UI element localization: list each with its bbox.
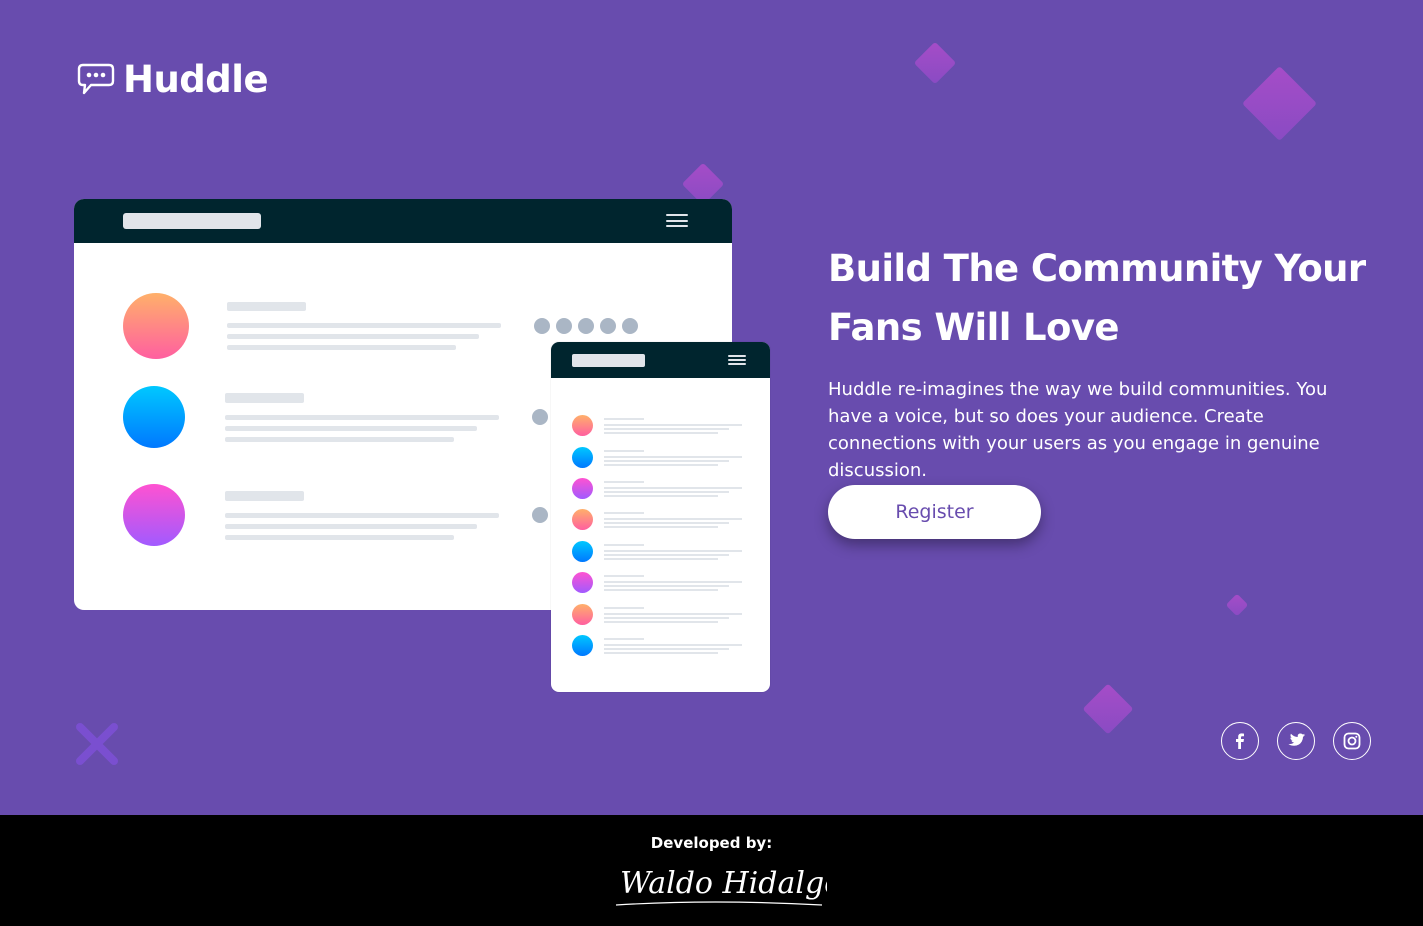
mockup-line (227, 345, 456, 350)
mockup-line (225, 491, 304, 501)
instagram-icon (1343, 732, 1361, 750)
mockup-dot (532, 409, 548, 425)
hamburger-menu-icon (728, 355, 746, 365)
mockup-list-item (572, 635, 752, 657)
decor-diamond (1242, 66, 1317, 141)
developer-signature: Waldo Hidalgo (612, 855, 842, 913)
mobile-mockup-illustration (551, 342, 770, 692)
hero-description: Huddle re-imagines the way we build comm… (828, 379, 1328, 481)
mockup-line (227, 334, 479, 339)
mockup-url-bar (572, 354, 645, 367)
decor-x-icon (76, 723, 118, 765)
mockup-avatar (123, 386, 185, 448)
mockup-line (225, 524, 477, 529)
register-button[interactable]: Register (828, 485, 1041, 539)
mockup-line (227, 302, 306, 311)
mockup-url-bar (123, 213, 261, 229)
mockup-dot (532, 507, 548, 523)
hamburger-menu-icon (666, 214, 688, 227)
twitter-icon (1287, 733, 1305, 746)
mockup-line (225, 426, 477, 431)
chat-bubble-icon (77, 63, 115, 94)
mockup-avatar (123, 484, 185, 546)
mockup-list-item (572, 509, 752, 531)
mockup-list-item (572, 541, 752, 563)
decor-diamond (913, 41, 957, 85)
mockup-dot (578, 318, 594, 334)
instagram-link[interactable] (1333, 722, 1371, 760)
mockup-line (227, 323, 501, 328)
mockup-dot (600, 318, 616, 334)
mockup-line (225, 535, 454, 540)
mockup-line (225, 513, 499, 518)
brand-logo[interactable]: Huddle (77, 58, 269, 101)
brand-name: Huddle (123, 58, 269, 101)
mockup-list-item (572, 604, 752, 626)
decor-diamond (1082, 683, 1134, 735)
hero-section: Huddle Build The Community Your Fans Wil… (0, 0, 1423, 815)
decor-diamond (1225, 593, 1249, 617)
mockup-avatar (123, 293, 189, 359)
mockup-line (225, 415, 499, 420)
mockup-titlebar (74, 199, 732, 243)
mockup-dot (556, 318, 572, 334)
mockup-line (225, 393, 304, 403)
developed-by-label: Developed by: (650, 834, 773, 852)
facebook-icon (1236, 733, 1244, 749)
mockup-dot (534, 318, 550, 334)
mockup-list-item (572, 447, 752, 469)
mockup-list-item (572, 572, 752, 594)
mockup-list-item (572, 478, 752, 500)
twitter-link[interactable] (1277, 722, 1315, 760)
signature-text: Waldo Hidalgo (620, 866, 827, 901)
mockup-dot (622, 318, 638, 334)
hero-headline: Build The Community Your Fans Will Love (828, 247, 1366, 349)
facebook-link[interactable] (1221, 722, 1259, 760)
signature-graphic: Waldo Hidalgo (615, 866, 842, 906)
mockup-line (225, 437, 454, 442)
mockup-titlebar (551, 342, 770, 378)
mockup-list-item (572, 415, 752, 437)
